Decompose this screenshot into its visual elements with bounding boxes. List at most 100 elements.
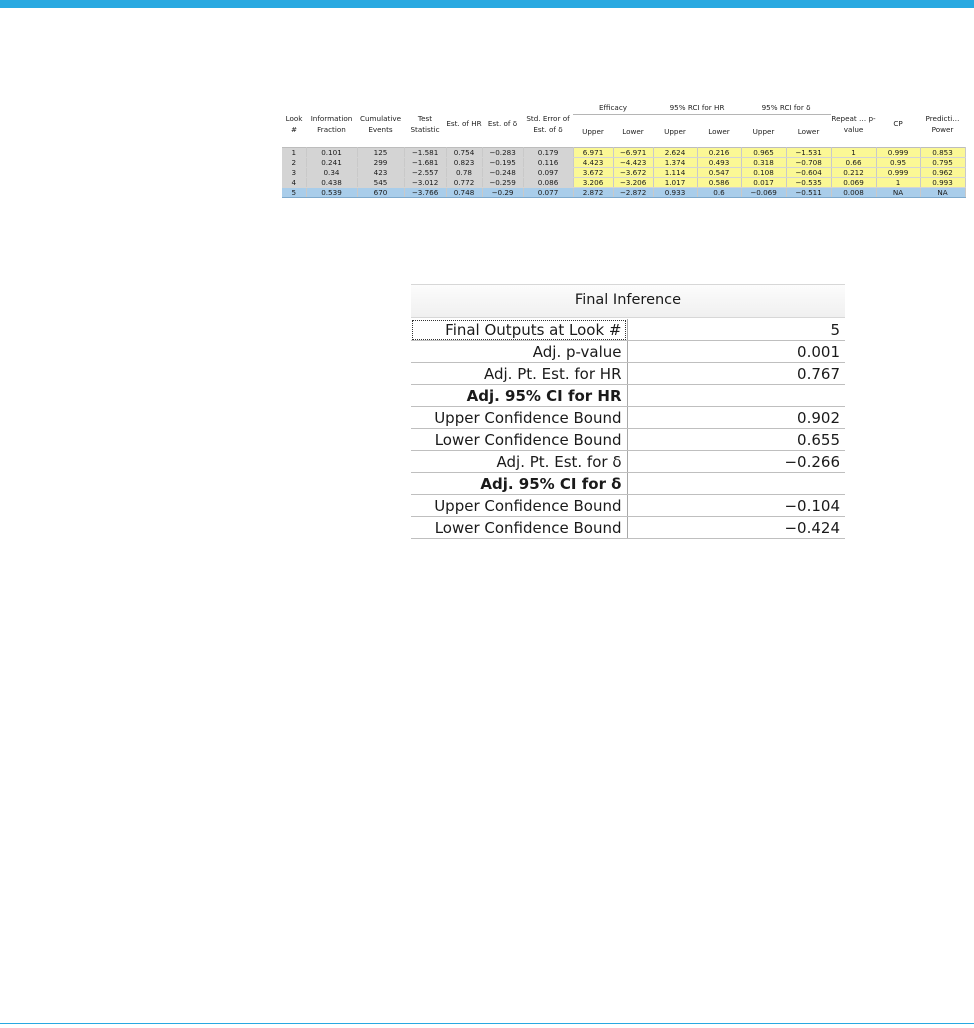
inference-label[interactable]: Final Outputs at Look # [411, 319, 628, 341]
col-header-se-delta[interactable]: Std. Error of Est. of δ [523, 100, 573, 148]
cell-est-delta[interactable]: −0.29 [482, 187, 524, 198]
cell-efficacy-lower[interactable]: −3.672 [613, 167, 654, 178]
inference-value[interactable] [627, 384, 845, 407]
cell-est-hr[interactable]: 0.754 [446, 147, 483, 158]
cell-rci-hr-upper[interactable]: 1.017 [653, 177, 698, 188]
cell-repeat-p[interactable]: 1 [831, 147, 877, 158]
cell-cp[interactable]: 0.999 [876, 167, 921, 178]
cell-se-delta[interactable]: 0.077 [523, 187, 574, 198]
cell-est-delta[interactable]: −0.248 [482, 167, 524, 178]
cell-test-stat[interactable]: −1.581 [404, 147, 447, 158]
inference-label[interactable]: Lower Confidence Bound [411, 428, 628, 451]
inference-value[interactable]: 0.767 [627, 362, 845, 385]
cell-repeat-p[interactable]: 0.212 [831, 167, 877, 178]
table-row[interactable]: 5 0.539 670 −3.766 0.748 −0.29 0.077 2.872 −2.87… [282, 187, 966, 198]
cell-rci-hr-upper[interactable]: 2.624 [653, 147, 698, 158]
inference-label[interactable]: Adj. p-value [411, 340, 628, 363]
cell-look[interactable]: 4 [282, 177, 307, 188]
inference-label[interactable]: Upper Confidence Bound [411, 494, 628, 517]
cell-efficacy-lower[interactable]: −6.971 [613, 147, 654, 158]
cell-rci-delta-lower[interactable]: −0.604 [786, 167, 832, 178]
col-header-look[interactable]: Look # [282, 100, 306, 148]
col-header-efficacy-lower[interactable]: Lower [613, 114, 653, 148]
cell-rci-delta-lower[interactable]: −0.535 [786, 177, 832, 188]
cell-rci-delta-upper[interactable]: −0.069 [741, 187, 787, 198]
cell-repeat-p[interactable]: 0.069 [831, 177, 877, 188]
cell-efficacy-upper[interactable]: 4.423 [573, 157, 614, 168]
cell-rci-delta-lower[interactable]: −0.708 [786, 157, 832, 168]
table-row[interactable]: 1 0.101 125 −1.581 0.754 −0.283 0.179 6.971 −6.9… [282, 147, 966, 158]
col-header-rci-hr-upper[interactable]: Upper [653, 114, 697, 148]
cell-efficacy-upper[interactable]: 3.672 [573, 167, 614, 178]
cell-info-fraction[interactable]: 0.438 [306, 177, 358, 188]
col-group-rci-delta[interactable]: 95% RCI for δ [741, 100, 832, 115]
cell-rci-hr-lower[interactable]: 0.586 [697, 177, 742, 188]
table-row[interactable]: 2 0.241 299 −1.681 0.823 −0.195 0.116 4.423 −4.4… [282, 157, 966, 168]
col-header-pred-power[interactable]: Predicti… Power [920, 100, 966, 148]
col-header-cum-events[interactable]: Cumulative Events [357, 100, 404, 148]
cell-est-hr[interactable]: 0.772 [446, 177, 483, 188]
cell-pred-power[interactable]: 0.993 [920, 177, 966, 188]
cell-est-hr[interactable]: 0.823 [446, 157, 483, 168]
col-group-efficacy[interactable]: Efficacy [573, 100, 653, 115]
cell-rci-hr-lower[interactable]: 0.493 [697, 157, 742, 168]
cell-efficacy-lower[interactable]: −3.206 [613, 177, 654, 188]
col-header-rci-delta-upper[interactable]: Upper [741, 114, 787, 148]
cell-look[interactable]: 3 [282, 167, 307, 178]
cell-rci-hr-upper[interactable]: 1.374 [653, 157, 698, 168]
cell-efficacy-upper[interactable]: 3.206 [573, 177, 614, 188]
inference-value[interactable]: 0.655 [627, 428, 845, 451]
cell-repeat-p[interactable]: 0.66 [831, 157, 877, 168]
cell-rci-hr-lower[interactable]: 0.6 [697, 187, 742, 198]
cell-test-stat[interactable]: −2.557 [404, 167, 447, 178]
table-row[interactable]: 3 0.34 423 −2.557 0.78 −0.248 0.097 3.672 −3.672… [282, 167, 966, 178]
cell-cp[interactable]: NA [876, 187, 921, 198]
cell-rci-hr-upper[interactable]: 0.933 [653, 187, 698, 198]
col-header-test-stat[interactable]: Test Statistic [404, 100, 446, 148]
cell-rci-delta-upper[interactable]: 0.965 [741, 147, 787, 158]
cell-look[interactable]: 1 [282, 147, 307, 158]
cell-rci-delta-lower[interactable]: −0.511 [786, 187, 832, 198]
inference-value[interactable]: 0.902 [627, 406, 845, 429]
col-header-repeat-p[interactable]: Repeat … p-value [831, 100, 877, 148]
cell-est-hr[interactable]: 0.748 [446, 187, 483, 198]
cell-cum-events[interactable]: 299 [357, 157, 405, 168]
col-header-est-delta[interactable]: Est. of δ [482, 100, 523, 148]
cell-info-fraction[interactable]: 0.34 [306, 167, 358, 178]
cell-est-delta[interactable]: −0.195 [482, 157, 524, 168]
col-header-rci-hr-lower[interactable]: Lower [697, 114, 742, 148]
inference-label[interactable]: Adj. 95% CI for HR [411, 384, 628, 407]
cell-cum-events[interactable]: 670 [357, 187, 405, 198]
cell-rci-delta-upper[interactable]: 0.017 [741, 177, 787, 188]
cell-efficacy-lower[interactable]: −4.423 [613, 157, 654, 168]
inference-value[interactable]: −0.424 [627, 516, 845, 539]
cell-se-delta[interactable]: 0.086 [523, 177, 574, 188]
inference-label[interactable]: Adj. 95% CI for δ [411, 472, 628, 495]
cell-rci-delta-upper[interactable]: 0.318 [741, 157, 787, 168]
inference-label[interactable]: Adj. Pt. Est. for HR [411, 362, 628, 385]
cell-est-delta[interactable]: −0.283 [482, 147, 524, 158]
inference-value[interactable]: 0.001 [627, 340, 845, 363]
cell-cp[interactable]: 1 [876, 177, 921, 188]
cell-rci-hr-lower[interactable]: 0.216 [697, 147, 742, 158]
cell-look[interactable]: 2 [282, 157, 307, 168]
inference-label[interactable]: Lower Confidence Bound [411, 516, 628, 539]
col-header-cp[interactable]: CP [876, 100, 921, 148]
cell-rci-delta-lower[interactable]: −1.531 [786, 147, 832, 158]
cell-pred-power[interactable]: 0.795 [920, 157, 966, 168]
cell-cum-events[interactable]: 545 [357, 177, 405, 188]
inference-label[interactable]: Adj. Pt. Est. for δ [411, 450, 628, 473]
col-header-est-hr[interactable]: Est. of HR [446, 100, 482, 148]
cell-efficacy-lower[interactable]: −2.872 [613, 187, 654, 198]
cell-se-delta[interactable]: 0.097 [523, 167, 574, 178]
cell-efficacy-upper[interactable]: 2.872 [573, 187, 614, 198]
cell-se-delta[interactable]: 0.179 [523, 147, 574, 158]
cell-pred-power[interactable]: 0.853 [920, 147, 966, 158]
cell-pred-power[interactable]: NA [920, 187, 966, 198]
cell-repeat-p[interactable]: 0.008 [831, 187, 877, 198]
cell-info-fraction[interactable]: 0.241 [306, 157, 358, 168]
cell-test-stat[interactable]: −3.012 [404, 177, 447, 188]
cell-cp[interactable]: 0.95 [876, 157, 921, 168]
col-group-rci-hr[interactable]: 95% RCI for HR [653, 100, 742, 115]
inference-value[interactable]: −0.104 [627, 494, 845, 517]
